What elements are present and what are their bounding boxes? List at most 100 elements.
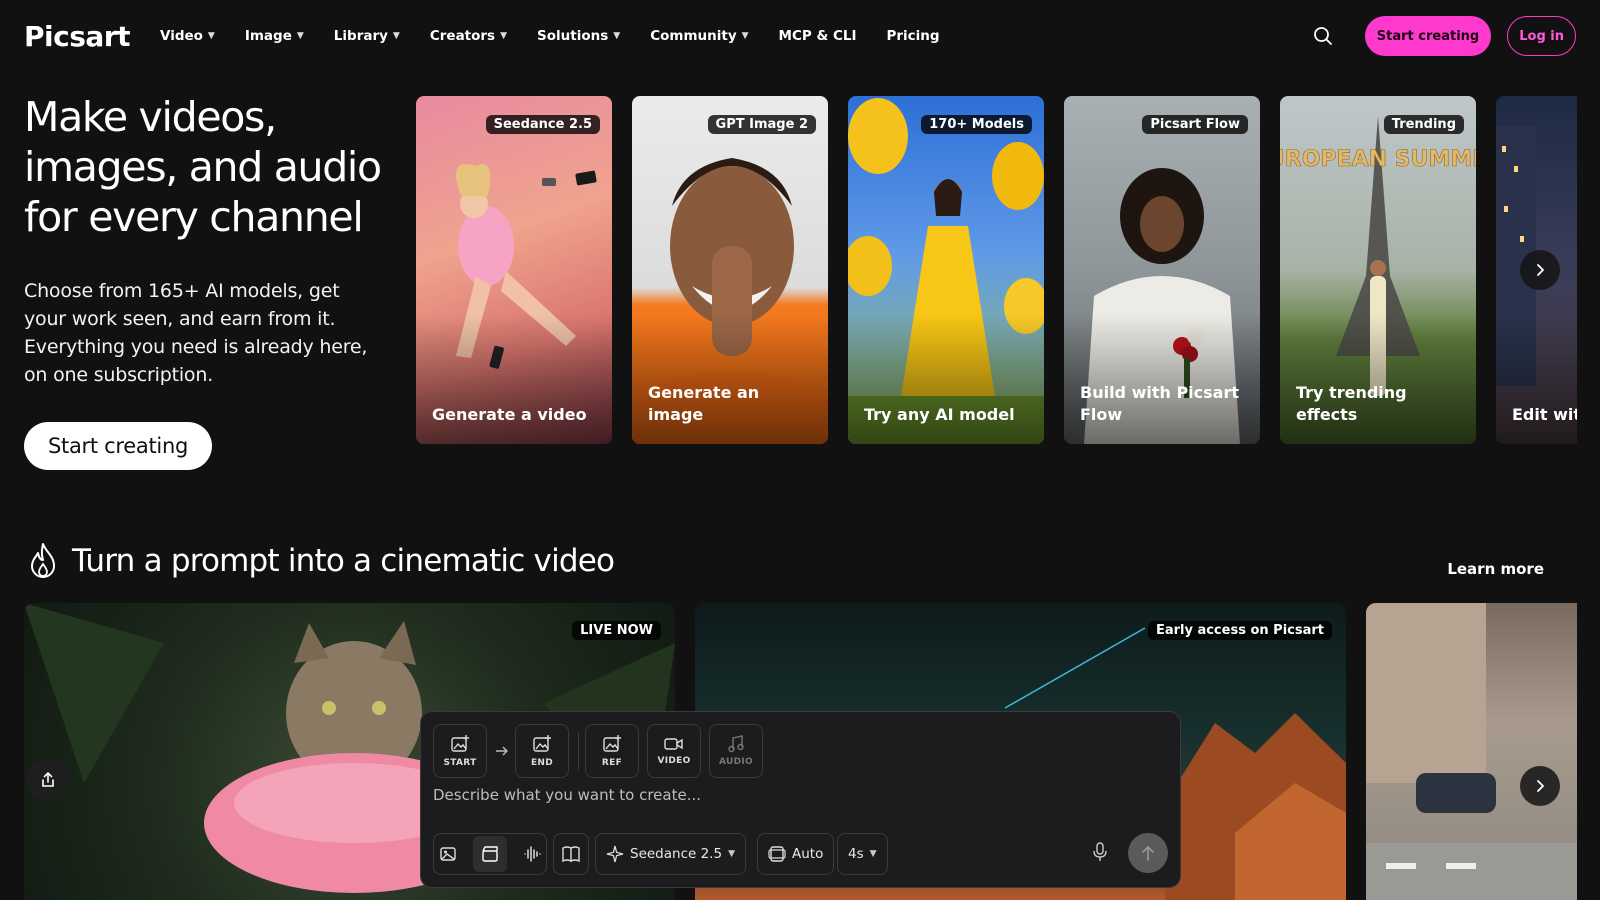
chevron-down-icon: ▼ [613,31,621,41]
nav-library-label: Library [333,28,388,44]
book-icon [562,846,580,863]
share-icon [42,771,54,787]
card-try-ai-model[interactable]: 170+ Models Try any AI model [848,96,1044,444]
nav-community[interactable]: Community ▼ [650,28,748,44]
card-label: Generate a video [432,405,587,424]
nav-library[interactable]: Library ▼ [334,28,400,44]
nav-pricing[interactable]: Pricing [887,28,940,44]
ref-label: REF [601,758,623,768]
card-badge: 170+ Models [921,115,1032,134]
model-label: Seedance 2.5 [630,846,723,862]
nav-mcp-cli-label: MCP & CLI [778,28,857,44]
live-now-badge: LIVE NOW [572,621,661,640]
nav-solutions[interactable]: Solutions ▼ [537,28,620,44]
hero-subtitle: Choose from 165+ AI models, get your wor… [24,280,368,386]
flame-icon [31,543,55,578]
carousel-next-button[interactable] [1520,250,1560,290]
end-frame-button[interactable]: END [515,724,569,778]
video-carousel-next-button[interactable] [1520,766,1560,806]
chevron-down-icon: ▼ [207,31,215,41]
end-label: END [530,758,554,768]
card-badge: Picsart Flow [1142,115,1248,134]
nav-creators[interactable]: Creators ▼ [430,28,507,44]
image-add-icon [533,735,551,752]
card-label: Build with Picsart Flow [1080,383,1240,424]
video-camera-icon [664,738,683,750]
search-button[interactable] [1305,18,1341,54]
reference-button[interactable]: REF [585,724,639,778]
start-frame-button[interactable]: START [433,724,487,778]
card-badge: Seedance 2.5 [485,115,600,134]
card-generate-image[interactable]: GPT Image 2 Generate an image [632,96,828,444]
chevron-down-icon: ▼ [728,849,735,859]
chevron-down-icon: ▼ [500,31,508,41]
card-label: Try any AI model [864,405,1015,424]
arrow-right-icon [496,746,508,756]
start-label: START [443,758,477,768]
search-icon [1313,27,1332,45]
share-button[interactable] [26,758,70,802]
nav-video[interactable]: Video ▼ [160,28,215,44]
aspect-label: Auto [792,846,824,862]
section-header: Turn a prompt into a cinematic video [26,542,615,580]
nav-mcp-cli[interactable]: MCP & CLI [779,28,857,44]
chevron-down-icon: ▼ [296,31,304,41]
image-mode-icon[interactable] [439,845,457,863]
video-mode-tab[interactable] [473,836,507,872]
nav-pricing-label: Pricing [886,28,940,44]
video-label: VIDEO [657,756,691,766]
nav-actions: Start creating Log in [1305,16,1576,56]
nav-community-label: Community [650,28,737,44]
card-art-text: EUROPEAN SUMMER [1280,147,1476,172]
chevron-right-icon [1537,264,1545,276]
microphone-icon[interactable] [1092,842,1108,862]
arrow-up-icon [1142,845,1154,861]
send-button[interactable] [1128,833,1168,873]
sparkle-icon [606,845,624,863]
audio-label: AUDIO [719,757,753,767]
image-add-icon [603,735,621,752]
feature-carousel: Seedance 2.5 Generate a video GPT Image … [416,96,1577,444]
audio-input-button[interactable]: AUDIO [709,724,763,778]
music-note-icon [728,735,744,753]
storyboard-button[interactable] [553,833,589,875]
video-card-street[interactable] [1366,603,1577,900]
video-input-button[interactable]: VIDEO [647,724,701,778]
hero-start-creating-button[interactable]: Start creating [24,422,212,470]
duration-label: 4s [848,846,864,862]
nav-video-label: Video [159,28,203,44]
card-badge: GPT Image 2 [707,115,816,134]
chevron-down-icon: ▼ [741,31,749,41]
nav-image[interactable]: Image ▼ [245,28,304,44]
card-label: Generate an image [648,383,760,424]
model-selector[interactable]: Seedance 2.5 ▼ [595,833,746,875]
top-nav: Picsart Video ▼ Image ▼ Library ▼ Creators ▼… [0,0,1600,72]
mode-switcher [433,833,547,875]
login-button[interactable]: Log in [1507,16,1576,56]
aspect-ratio-selector[interactable]: Auto [757,833,835,875]
hero-title: Make videos, images, and audio for every… [24,93,382,241]
prompt-input[interactable] [433,786,1153,804]
start-creating-button[interactable]: Start creating [1364,16,1492,56]
nav-links: Video ▼ Image ▼ Library ▼ Creators ▼ Solutio… [160,28,940,44]
tool-divider [578,732,579,770]
audio-wave-icon[interactable] [523,845,541,863]
nav-solutions-label: Solutions [537,28,609,44]
chevron-down-icon: ▼ [392,31,400,41]
card-label: Try trending effects [1296,383,1407,424]
chevron-down-icon: ▼ [869,849,877,859]
video-image-city-street [1366,603,1577,900]
prompt-panel: START END REF VIDEO AUDIO Seedance 2.5 ▼… [420,711,1181,888]
card-trending-effects[interactable]: EUROPEAN SUMMER Trending Try trending ef… [1280,96,1476,444]
duration-selector[interactable]: 4s ▼ [837,833,888,875]
card-label: Edit with prompt [1512,405,1577,424]
nav-image-label: Image [244,28,292,44]
picsart-logo[interactable]: Picsart [24,20,130,53]
card-badge: Trending [1383,115,1464,134]
card-build-flow[interactable]: Picsart Flow Build with Picsart Flow [1064,96,1260,444]
image-add-icon [451,735,469,752]
section-title: Turn a prompt into a cinematic video [72,543,615,579]
learn-more-link[interactable]: Learn more [1447,560,1544,578]
card-generate-video[interactable]: Seedance 2.5 Generate a video [416,96,612,444]
nav-creators-label: Creators [429,28,496,44]
